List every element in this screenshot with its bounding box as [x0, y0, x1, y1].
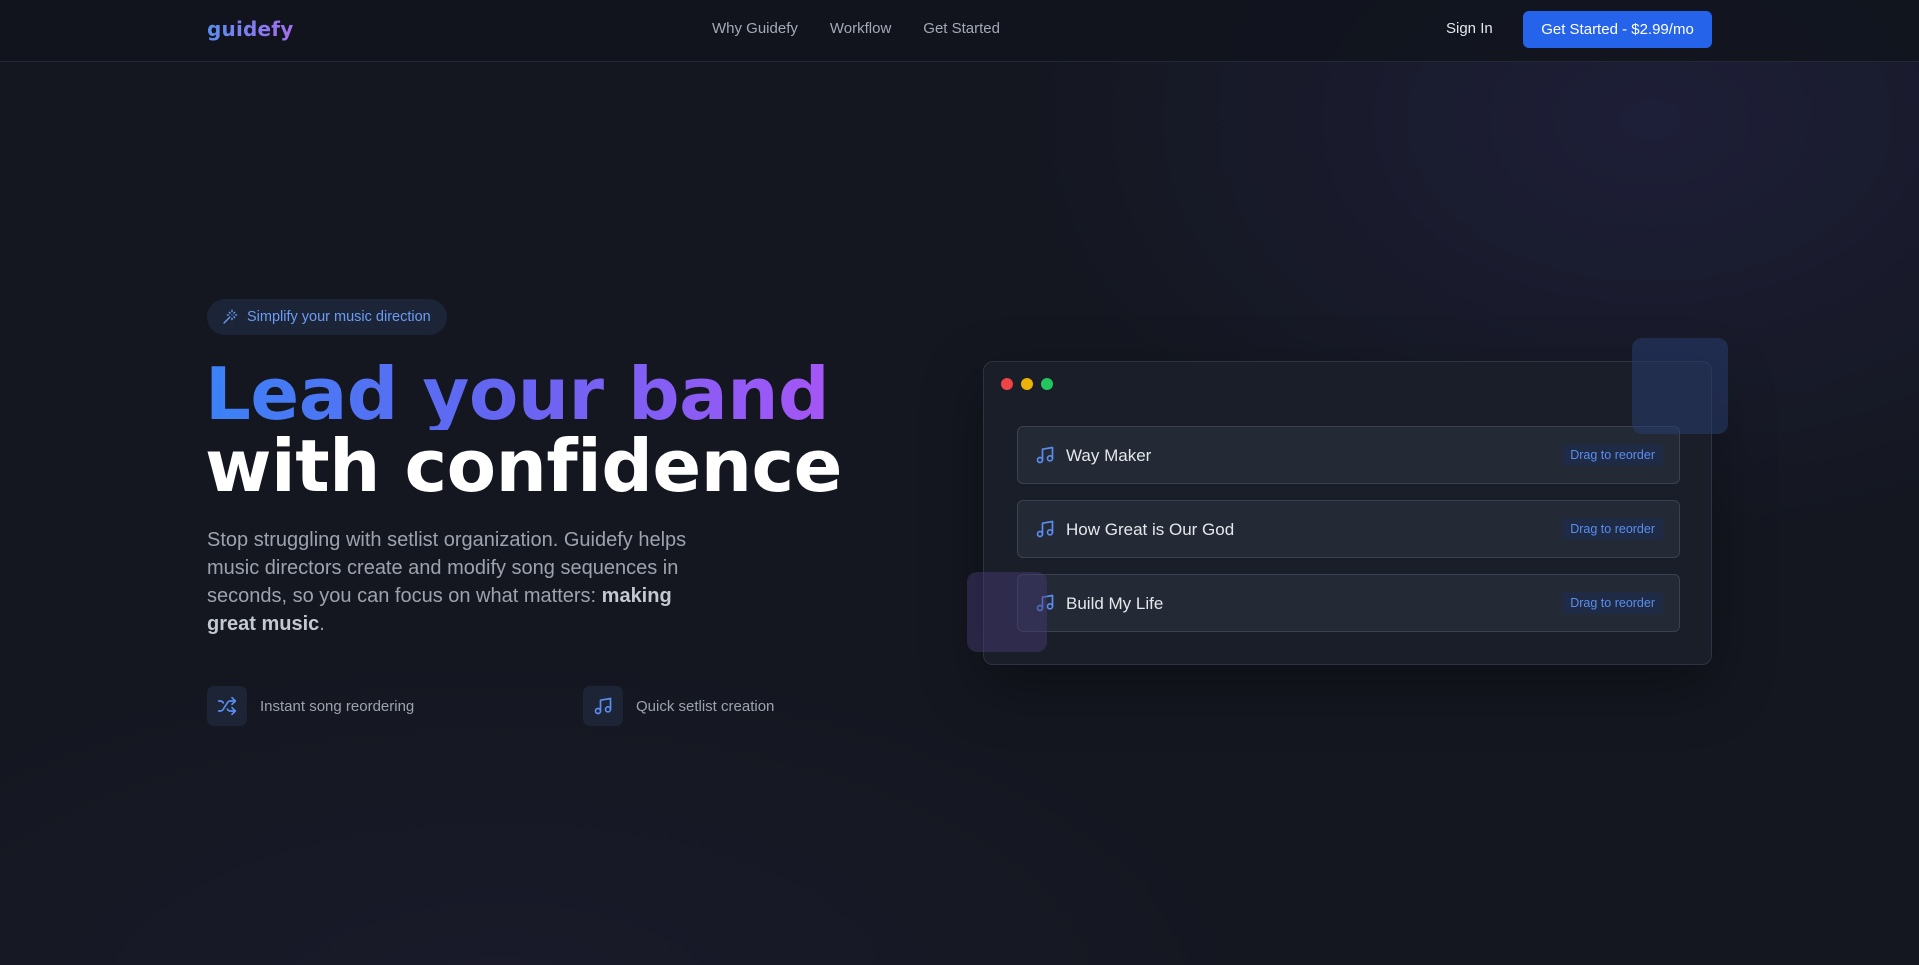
music-note-icon	[1036, 446, 1054, 464]
top-nav: guidefy Why Guidefy Workflow Get Started…	[0, 0, 1919, 62]
hero-badge-label: Simplify your music direction	[247, 309, 431, 325]
feature-icon-box	[207, 686, 247, 726]
drag-handle-badge[interactable]: Drag to reorder	[1562, 518, 1663, 540]
decorative-square	[967, 572, 1047, 652]
headline-line-2: with confidence	[205, 424, 842, 508]
song-item[interactable]: Build My Life Drag to reorder	[1017, 574, 1680, 632]
headline-line-1: Lead your band	[205, 358, 842, 430]
nav-link-why-guidefy[interactable]: Why Guidefy	[712, 20, 798, 37]
song-item[interactable]: Way Maker Drag to reorder	[1017, 426, 1680, 484]
window-controls	[1001, 378, 1053, 390]
window-dot-green	[1041, 378, 1053, 390]
song-item[interactable]: How Great is Our God Drag to reorder	[1017, 500, 1680, 558]
song-title: How Great is Our God	[1066, 520, 1235, 539]
drag-handle-badge[interactable]: Drag to reorder	[1562, 444, 1663, 466]
window-dot-red	[1001, 378, 1013, 390]
nav-link-workflow[interactable]: Workflow	[830, 20, 891, 37]
music-note-icon	[594, 697, 612, 715]
window-dot-yellow	[1021, 378, 1033, 390]
song-title: Way Maker	[1066, 446, 1152, 465]
feature-label: Instant song reordering	[260, 697, 415, 715]
hero-badge: Simplify your music direction	[207, 299, 447, 335]
sign-in-link[interactable]: Sign In	[1446, 20, 1493, 37]
magic-wand-icon	[223, 309, 238, 324]
music-note-icon	[1036, 520, 1054, 538]
feature-icon-box	[583, 686, 623, 726]
nav-link-get-started[interactable]: Get Started	[923, 20, 1000, 37]
feature-setlist-creation: Quick setlist creation	[583, 686, 774, 726]
song-title: Build My Life	[1066, 594, 1164, 613]
get-started-button[interactable]: Get Started - $2.99/mo	[1523, 11, 1712, 48]
nav-links: Why Guidefy Workflow Get Started	[712, 20, 1000, 37]
decorative-square	[1632, 338, 1728, 434]
logo[interactable]: guidefy	[207, 17, 293, 41]
shuffle-icon	[217, 696, 237, 716]
hero-subtitle-end: .	[319, 613, 325, 635]
drag-handle-badge[interactable]: Drag to reorder	[1562, 592, 1663, 614]
hero-subtitle: Stop struggling with setlist organizatio…	[207, 526, 697, 638]
setlist-mockup-window: Way Maker Drag to reorder How Great is O…	[983, 361, 1712, 665]
feature-song-reordering: Instant song reordering	[207, 686, 414, 726]
hero-headline: Lead your band with confidence	[205, 358, 842, 502]
feature-label: Quick setlist creation	[636, 697, 775, 715]
